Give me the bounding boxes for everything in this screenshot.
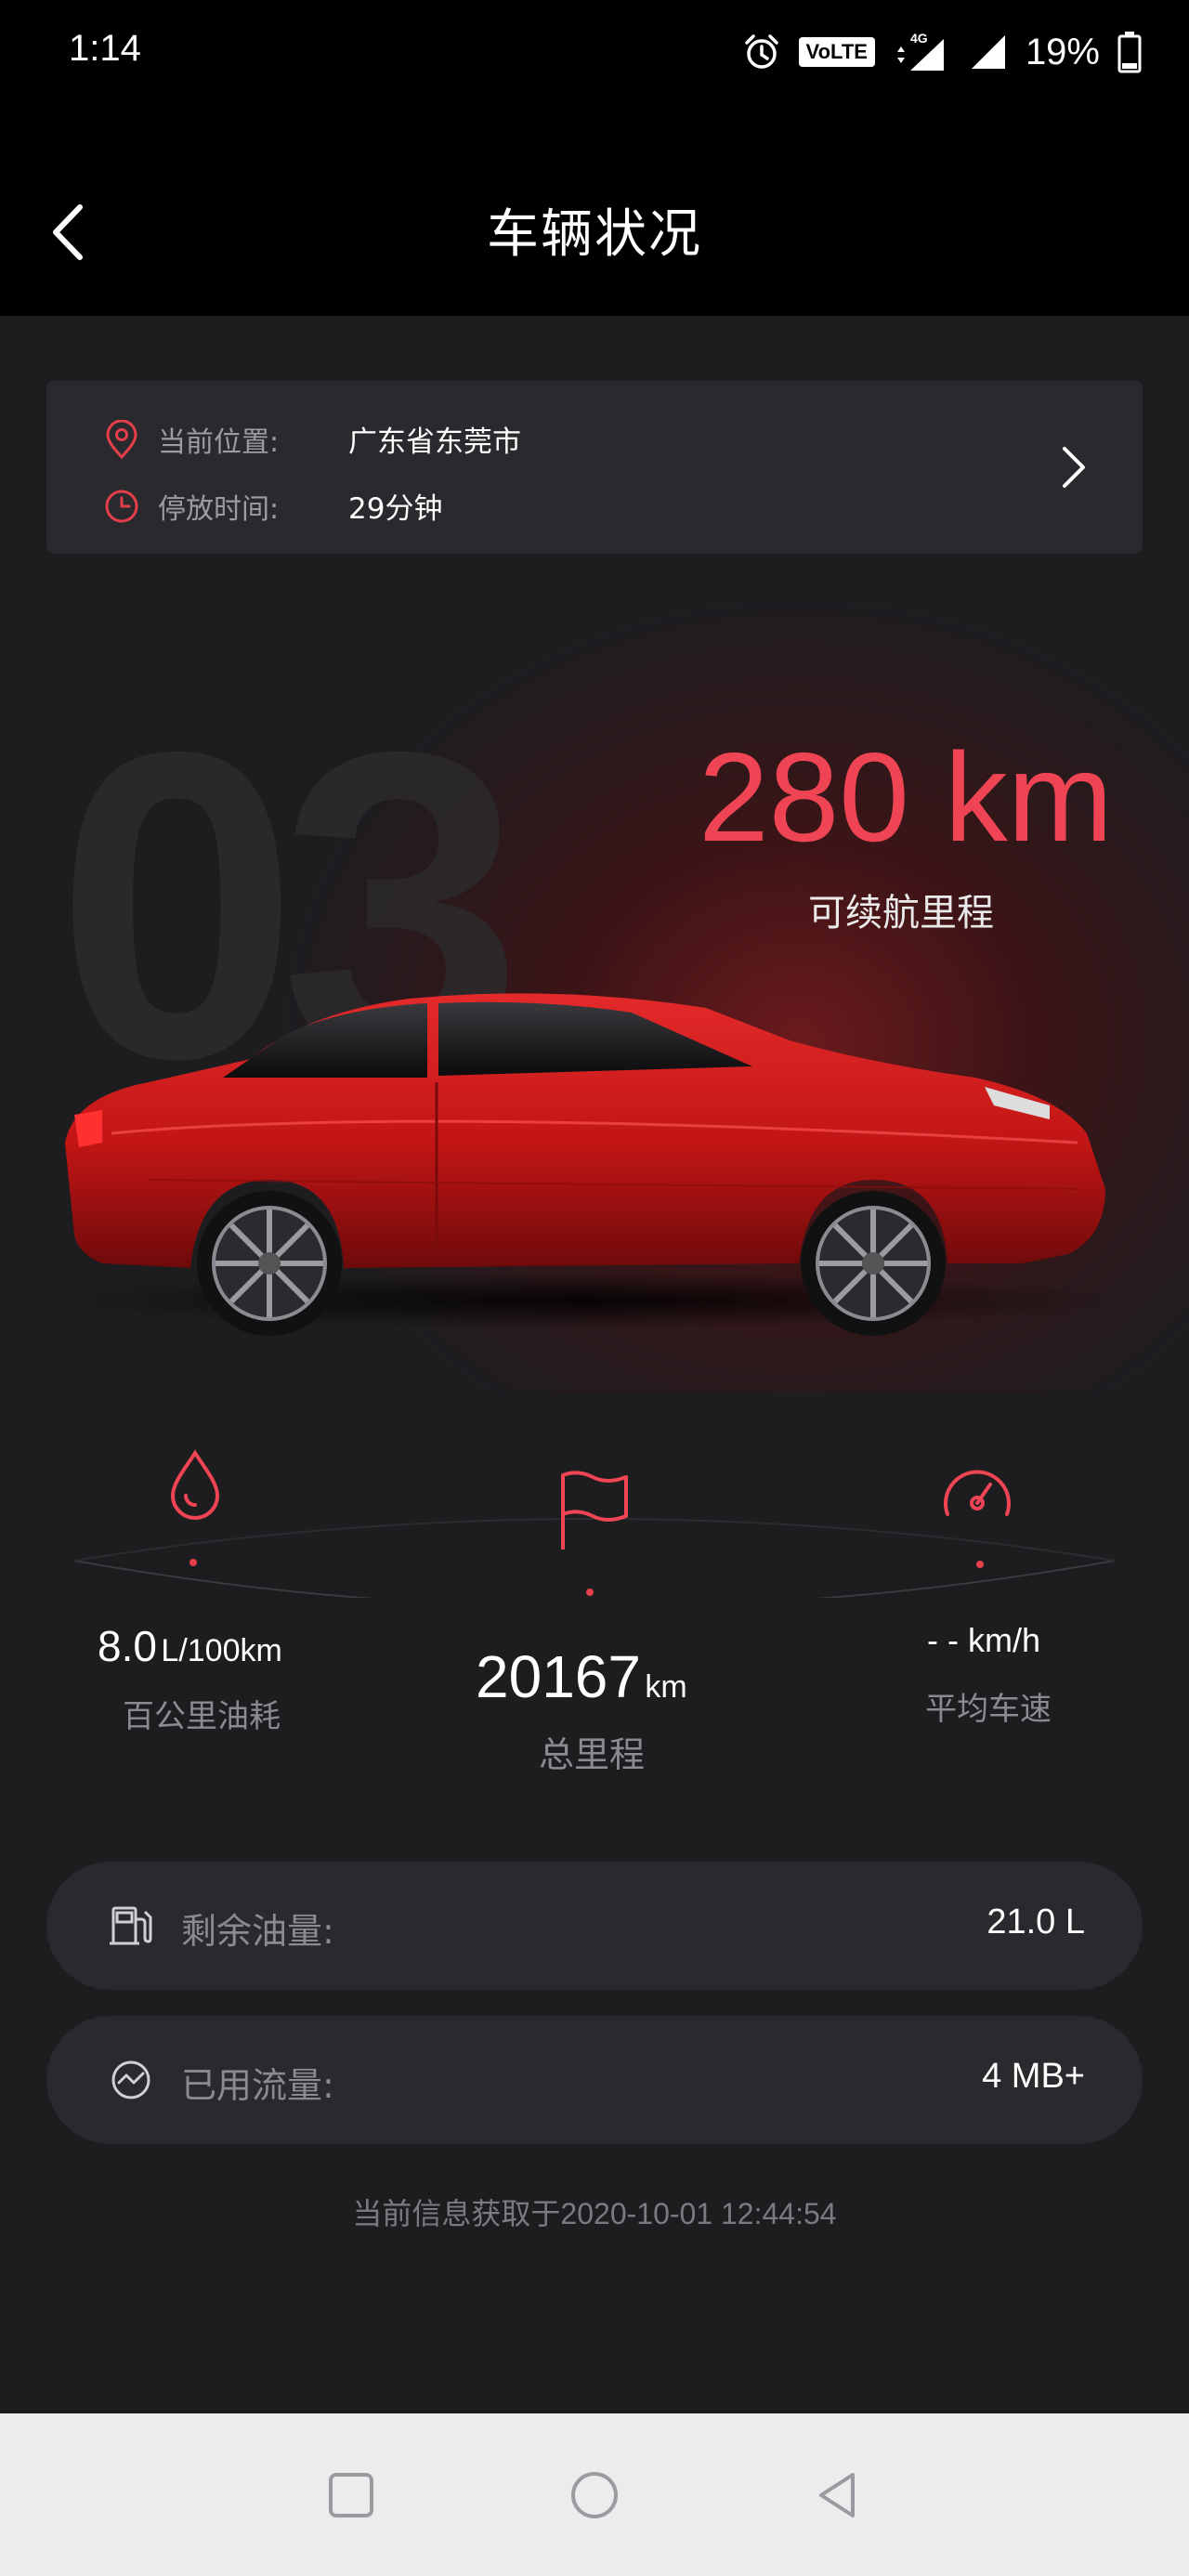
data-usage-icon	[111, 2060, 150, 2099]
battery-percent: 19%	[1025, 31, 1100, 72]
location-pin-icon	[106, 419, 137, 459]
volte-badge: VoLTE	[798, 37, 875, 67]
parked-time-row: 停放时间: 29分钟	[104, 485, 442, 527]
fuel-consumption-value: 8.0	[98, 1622, 157, 1670]
stats-section: 8.0 L/100km 百公里油耗 20167 km 总里程 - - km/h …	[0, 1431, 1189, 1784]
update-timestamp: 当前信息获取于2020-10-01 12:44:54	[352, 2197, 837, 2230]
current-location-row: 当前位置: 广东省东莞市	[104, 418, 521, 460]
speedometer-icon	[944, 1470, 1011, 1516]
total-mileage-label: 总里程	[539, 1734, 646, 1775]
fuel-consumption-label: 百公里油耗	[123, 1698, 281, 1735]
location-value: 广东省东莞市	[348, 425, 521, 459]
back-nav-button[interactable]	[810, 2467, 866, 2523]
signal-4g-icon: 4G	[896, 31, 944, 71]
parked-label: 停放时间:	[158, 492, 280, 526]
remaining-fuel-row: 剩余油量: 21.0 L	[46, 1862, 1143, 1990]
indicator-dot	[976, 1561, 984, 1568]
indicator-dot	[189, 1559, 197, 1566]
chevron-right-icon[interactable]	[1050, 441, 1096, 493]
range-value: 280 km	[699, 726, 1113, 868]
car-image	[46, 993, 1124, 1336]
range-label: 可续航里程	[808, 892, 994, 935]
alarm-icon	[744, 34, 778, 69]
app-header: 车辆状况	[0, 107, 1189, 316]
indicator-dot	[586, 1589, 594, 1596]
total-mileage-value: 20167	[476, 1643, 641, 1710]
location-card[interactable]: 当前位置: 广东省东莞市 停放时间: 29分钟	[46, 381, 1143, 554]
signal-icon	[971, 35, 1005, 69]
avg-speed-stat: - - km/h	[927, 1621, 1040, 1660]
used-data-row: 已用流量: 4 MB+	[46, 2016, 1143, 2144]
svg-text:4G: 4G	[910, 31, 928, 46]
total-mileage-stat: 20167 km	[476, 1642, 687, 1711]
clock-icon	[105, 490, 138, 522]
drop-icon	[170, 1449, 220, 1520]
remaining-fuel-label: 剩余油量:	[181, 1911, 334, 1952]
status-time: 1:14	[69, 28, 141, 69]
front-wheel	[801, 1191, 946, 1336]
system-nav-bar	[0, 2413, 1189, 2576]
flag-icon	[561, 1471, 628, 1550]
avg-speed-label: 平均车速	[925, 1691, 1052, 1728]
parked-value: 29分钟	[348, 492, 443, 526]
avg-speed-value: - -	[927, 1621, 959, 1659]
used-data-value: 4 MB+	[982, 2057, 1085, 2096]
location-label: 当前位置:	[158, 425, 280, 459]
fuel-consumption-unit: L/100km	[161, 1633, 282, 1668]
status-icons: VoLTE 4G 19%	[741, 22, 1143, 82]
rear-wheel	[197, 1191, 342, 1336]
fuel-pump-icon	[110, 1906, 152, 1945]
hero-section: 03 280 km 可续航里程	[0, 557, 1189, 1393]
used-data-label: 已用流量:	[181, 2065, 334, 2106]
avg-speed-unit: km/h	[968, 1621, 1041, 1659]
remaining-fuel-value: 21.0 L	[986, 1903, 1085, 1942]
home-button[interactable]	[567, 2467, 622, 2523]
page-title: 车辆状况	[487, 204, 702, 265]
recents-button[interactable]	[323, 2467, 379, 2523]
total-mileage-unit: km	[645, 1669, 687, 1705]
fuel-consumption-stat: 8.0 L/100km	[98, 1621, 282, 1671]
status-bar: 1:14 VoLTE 4G 19%	[0, 0, 1189, 107]
battery-icon	[1117, 32, 1142, 73]
